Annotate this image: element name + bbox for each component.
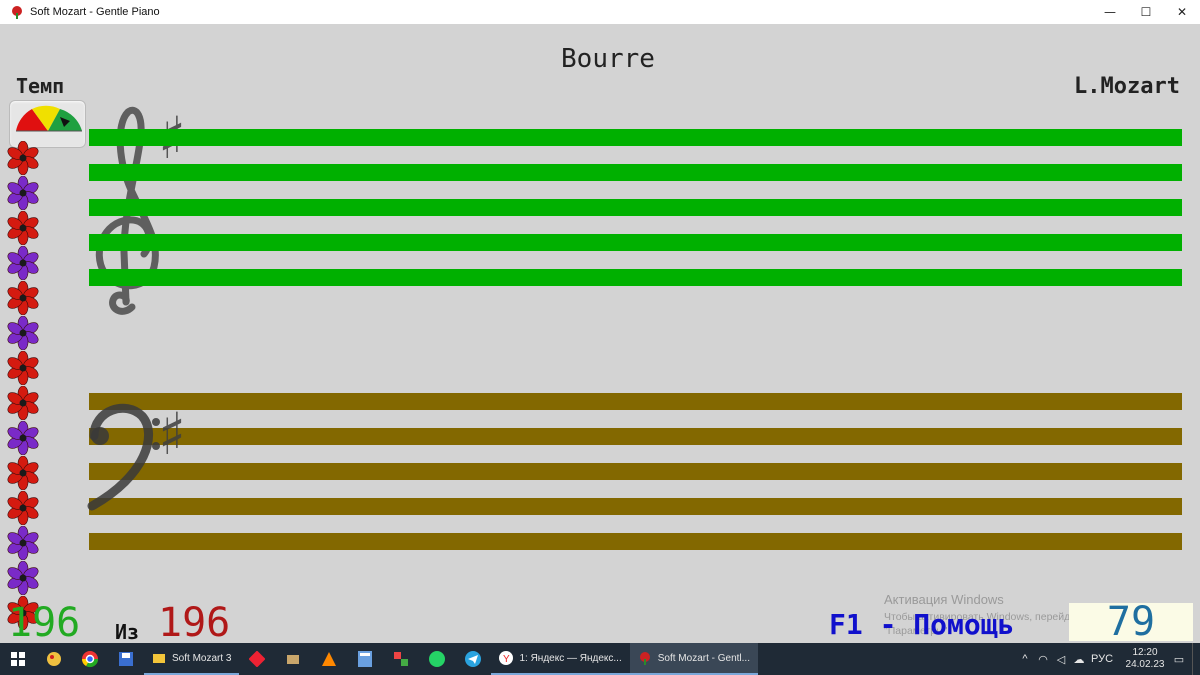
bass-staff-line xyxy=(89,533,1182,550)
help-hint[interactable]: F1 - Помощь xyxy=(829,608,1014,641)
window-title: Soft Mozart - Gentle Piano xyxy=(30,6,160,18)
telegram-icon[interactable] xyxy=(455,643,491,675)
chrome-icon[interactable] xyxy=(72,643,108,675)
clock-date: 24.02.23 xyxy=(1125,659,1165,670)
bass-staff-line xyxy=(89,498,1182,515)
treble-staff-line xyxy=(89,164,1182,181)
bass-staff-line xyxy=(89,393,1182,410)
flower-red-icon xyxy=(6,140,40,176)
flower-purple-icon xyxy=(6,245,40,281)
flower-red-icon xyxy=(6,385,40,421)
composer-name: L.Mozart xyxy=(1074,74,1180,99)
taskbar: Soft Mozart 3 Y 1: Яндекс — Яндекс... So… xyxy=(0,643,1200,675)
bass-sharp: ♯ xyxy=(158,400,187,468)
whatsapp-icon[interactable] xyxy=(419,643,455,675)
volume-icon[interactable]: ◁ xyxy=(1052,653,1070,666)
piece-title: Bourre xyxy=(561,44,655,74)
flower-red-icon xyxy=(6,280,40,316)
score-display: 79 xyxy=(1069,599,1193,643)
flower-purple-icon xyxy=(6,420,40,456)
notification-icon[interactable]: ▭ xyxy=(1170,653,1188,666)
flower-red-icon xyxy=(6,210,40,246)
taskbar-app-label: Soft Mozart 3 xyxy=(172,652,232,664)
clock[interactable]: 12:20 24.02.23 xyxy=(1120,647,1170,671)
calculator-icon[interactable] xyxy=(347,643,383,675)
flower-purple-icon xyxy=(6,525,40,561)
maximize-button[interactable]: ☐ xyxy=(1128,0,1164,24)
treble-staff-line xyxy=(89,129,1182,146)
vlc-icon[interactable] xyxy=(311,643,347,675)
bass-clef-icon xyxy=(87,403,160,511)
taskbar-app-soft-mozart[interactable]: Soft Mozart - Gentl... xyxy=(629,643,758,675)
title-bar: Soft Mozart - Gentle Piano — ☐ ✕ xyxy=(0,0,1200,24)
wifi-icon[interactable]: ◠ xyxy=(1034,653,1052,666)
total-notes-counter: 196 xyxy=(158,600,231,643)
current-note-counter: 196 xyxy=(8,600,81,643)
anydesk-icon[interactable] xyxy=(239,643,275,675)
clock-time: 12:20 xyxy=(1132,647,1158,658)
flower-purple-icon xyxy=(6,560,40,596)
treble-staff-line xyxy=(89,234,1182,251)
taskbar-app-folder[interactable]: Soft Mozart 3 xyxy=(144,643,240,675)
windows-start-icon[interactable] xyxy=(0,643,36,675)
tool-icon[interactable] xyxy=(275,643,311,675)
chevron-up-icon[interactable]: ^ xyxy=(1016,653,1034,665)
system-tray: ^ ◠ ◁ ☁ РУС 12:20 24.02.23 ▭ xyxy=(1016,643,1200,675)
treble-staff-line xyxy=(89,199,1182,216)
cloud-icon[interactable]: ☁ xyxy=(1070,653,1088,666)
flower-red-icon xyxy=(6,490,40,526)
bass-staff-line xyxy=(89,428,1182,445)
taskbar-app-label: 1: Яндекс — Яндекс... xyxy=(519,652,622,664)
taskbar-app-label: Soft Mozart - Gentl... xyxy=(657,652,750,664)
close-button[interactable]: ✕ xyxy=(1164,0,1200,24)
save-disk-icon[interactable] xyxy=(108,643,144,675)
minimize-button[interactable]: — xyxy=(1092,0,1128,24)
flower-column xyxy=(6,140,40,631)
show-desktop-button[interactable] xyxy=(1192,643,1200,675)
treble-staff-line xyxy=(89,269,1182,286)
bass-staff-line xyxy=(89,463,1182,480)
flower-red-icon xyxy=(6,350,40,386)
svg-text:Y: Y xyxy=(503,654,510,665)
flower-red-icon xyxy=(6,455,40,491)
tempo-label: Темп xyxy=(16,74,65,98)
paint-icon[interactable] xyxy=(36,643,72,675)
language-indicator[interactable]: РУС xyxy=(1088,653,1116,665)
score-canvas: Bourre L.Mozart Темп ♯ Активация Windows… xyxy=(0,24,1200,643)
app-window: Soft Mozart - Gentle Piano — ☐ ✕ Bourre … xyxy=(0,0,1200,643)
soft-mozart-icon xyxy=(10,5,24,19)
flower-purple-icon xyxy=(6,315,40,351)
of-label: Из xyxy=(115,620,140,643)
taskbar-app-yandex[interactable]: Y 1: Яндекс — Яндекс... xyxy=(491,643,630,675)
control-panel-icon[interactable] xyxy=(383,643,419,675)
flower-purple-icon xyxy=(6,175,40,211)
